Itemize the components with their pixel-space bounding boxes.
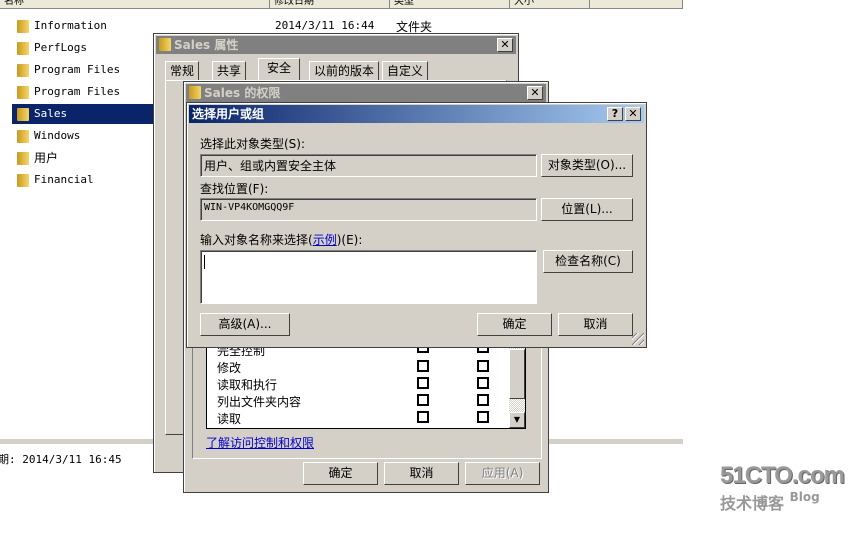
folder-icon [17, 108, 29, 121]
locations-button[interactable]: 位置(L)... [541, 198, 633, 221]
item-name: PerfLogs [34, 41, 87, 54]
list-item-selected[interactable]: Sales [12, 104, 153, 124]
item-name: Sales [34, 107, 68, 120]
close-icon[interactable]: ✕ [497, 38, 513, 52]
tab-general[interactable]: 常规 [165, 61, 200, 81]
watermark-logo: 51CTO.com 技术博客 Blog [720, 462, 850, 522]
examples-link[interactable]: 示例 [313, 233, 337, 247]
permission-read-execute: 读取和执行 [217, 378, 278, 392]
folder-icon [17, 20, 29, 33]
scroll-down-arrow-icon[interactable]: ▼ [509, 412, 525, 428]
permissions-title-bar: Sales 的权限 ✕ [186, 84, 546, 102]
column-type[interactable]: 类型 [390, 0, 510, 9]
watermark-line1: 51CTO.com [720, 462, 845, 489]
select-users-title-bar: 选择用户或组 ? ✕ [189, 105, 644, 123]
column-empty [590, 0, 683, 9]
item-name: Windows [34, 129, 81, 142]
scrollbar[interactable]: ▼ [509, 341, 525, 428]
list-item[interactable]: 用户 [12, 148, 153, 168]
tab-customize[interactable]: 自定义 [382, 61, 429, 81]
cancel-button[interactable]: 取消 [384, 462, 459, 485]
allow-checkbox[interactable] [417, 394, 429, 406]
learn-permissions-link[interactable]: 了解访问控制和权限 [206, 434, 314, 451]
location-field: WIN-VP4KOMGQQ9F [200, 198, 537, 221]
object-type-value: 用户、组或内置安全主体 [204, 159, 337, 173]
folder-icon [17, 152, 29, 165]
item-date: 2014/3/11 16:44 [275, 19, 375, 32]
object-type-label: 选择此对象类型(S): [200, 137, 306, 151]
deny-checkbox[interactable] [477, 377, 489, 389]
location-label: 查找位置(F): [200, 182, 269, 196]
help-icon[interactable]: ? [607, 107, 623, 121]
item-name: Information [34, 19, 107, 32]
object-names-input[interactable] [200, 250, 537, 304]
folder-icon [17, 174, 29, 187]
column-date[interactable]: 修改日期 [270, 0, 390, 9]
scrollbar-thumb[interactable] [509, 349, 525, 399]
folder-icon [17, 64, 29, 77]
text-cursor [204, 255, 205, 269]
column-name[interactable]: 名称 [0, 0, 270, 9]
list-item[interactable]: Information [12, 16, 153, 36]
apply-button: 应用(A) [465, 462, 540, 485]
allow-checkbox[interactable] [417, 377, 429, 389]
names-label: 输入对象名称来选择(示例)(E): [200, 231, 362, 248]
folder-icon [17, 42, 29, 55]
close-icon[interactable]: ✕ [527, 86, 543, 100]
permission-list-folder: 列出文件夹内容 [217, 395, 302, 409]
object-type-field: 用户、组或内置安全主体 [200, 154, 537, 177]
check-names-button[interactable]: 检查名称(C) [543, 250, 633, 273]
advanced-button[interactable]: 高级(A)... [200, 313, 290, 336]
list-item[interactable]: PerfLogs [12, 38, 153, 58]
folder-icon [17, 86, 29, 99]
object-types-button[interactable]: 对象类型(O)... [541, 154, 633, 177]
ok-button[interactable]: 确定 [477, 313, 552, 336]
permission-read: 读取 [217, 412, 242, 426]
dialog-title: 选择用户或组 [192, 107, 265, 121]
list-item[interactable]: Windows [12, 126, 153, 146]
details-modified: 期: 2014/3/11 16:45 [0, 453, 122, 466]
deny-checkbox[interactable] [477, 394, 489, 406]
properties-title-bar: Sales 属性 ✕ [156, 36, 516, 54]
deny-checkbox[interactable] [477, 360, 489, 372]
watermark-blog: Blog [789, 490, 820, 504]
tab-sharing[interactable]: 共享 [212, 61, 247, 81]
tab-security[interactable]: 安全 [258, 58, 301, 82]
item-name: Program Files [34, 63, 121, 76]
cancel-button[interactable]: 取消 [558, 313, 633, 336]
close-icon[interactable]: ✕ [625, 107, 641, 121]
names-label-text: 输入对象名称来选择( [200, 233, 313, 247]
list-item[interactable]: Program Files (x86) [12, 82, 153, 118]
tab-previous-versions[interactable]: 以前的版本 [309, 61, 380, 81]
list-item[interactable]: Financial [12, 170, 153, 190]
folder-icon [189, 86, 201, 99]
folder-icon [159, 38, 171, 51]
allow-checkbox[interactable] [417, 360, 429, 372]
permission-modify: 修改 [217, 361, 242, 375]
location-value: WIN-VP4KOMGQQ9F [204, 202, 295, 213]
item-name: 用户 [34, 151, 59, 165]
dialog-title: Sales 属性 [174, 38, 239, 52]
resize-grip-icon[interactable] [632, 333, 644, 345]
names-label-suffix: )(E): [336, 233, 363, 247]
watermark-line2: 技术博客 Blog [720, 490, 850, 514]
item-name: Financial [34, 173, 94, 186]
ok-button[interactable]: 确定 [303, 462, 378, 485]
column-size[interactable]: 大小 [510, 0, 590, 9]
dialog-title: Sales 的权限 [204, 86, 281, 100]
watermark-text: 技术博客 [720, 494, 785, 513]
folder-icon [17, 130, 29, 143]
list-item[interactable]: Program Files [12, 60, 153, 80]
deny-checkbox[interactable] [477, 411, 489, 423]
allow-checkbox[interactable] [417, 411, 429, 423]
